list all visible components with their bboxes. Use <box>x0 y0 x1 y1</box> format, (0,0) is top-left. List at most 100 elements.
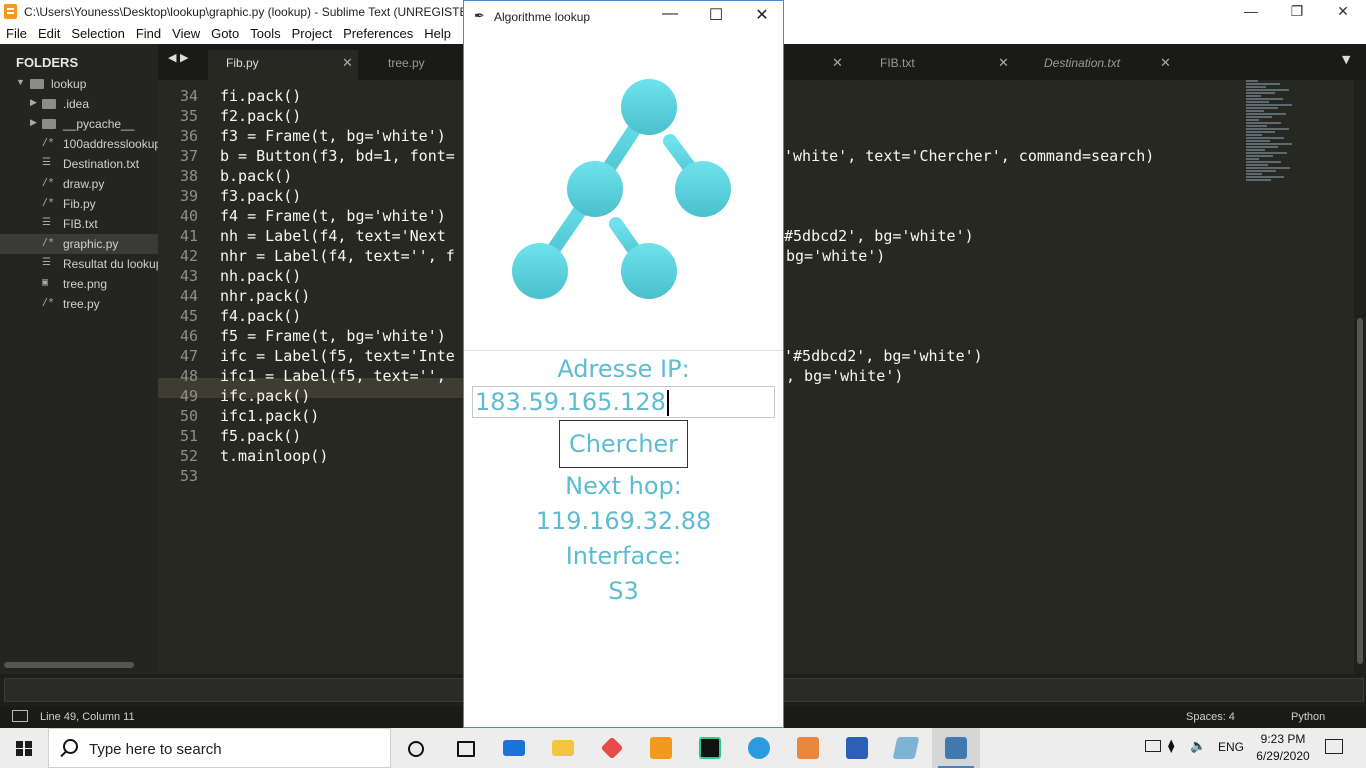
tree-item-idea[interactable]: ▶ .idea <box>0 94 158 114</box>
search-button[interactable]: Chercher <box>559 420 688 468</box>
close-icon[interactable]: ✕ <box>742 5 782 25</box>
tab-tree-py[interactable]: tree.py <box>370 50 470 80</box>
minimap-line <box>1246 152 1287 154</box>
text-caret <box>666 390 669 416</box>
menu-selection[interactable]: Selection <box>65 24 129 41</box>
minimap-line <box>1246 104 1292 106</box>
clock-date: 6/29/2020 <box>1256 749 1310 763</box>
menu-help[interactable]: Help <box>418 24 456 41</box>
tab-close-icon[interactable]: ✕ <box>1160 55 1171 71</box>
tree-item-lookup[interactable]: ▼ lookup <box>0 74 158 94</box>
minimize-icon[interactable]: — <box>650 5 690 23</box>
tree-item-graphic-py[interactable]: /* graphic.py <box>0 234 158 254</box>
tree-item-label: graphic.py <box>63 237 119 251</box>
sublime-text-app[interactable] <box>637 728 685 768</box>
code-file-icon: /* <box>42 177 55 188</box>
minimize-icon[interactable]: — <box>1228 0 1274 24</box>
folder-icon <box>30 79 44 89</box>
minimap[interactable] <box>1246 80 1306 190</box>
tab-fib-py[interactable]: Fib.py ✕ <box>208 50 358 80</box>
maximize-icon[interactable]: ☐ <box>696 5 736 25</box>
ip-input-value: 183.59.165.128 <box>475 388 666 416</box>
tab-fib-txt[interactable]: FIB.txt ✕ <box>862 50 1012 80</box>
menu-find[interactable]: Find <box>130 24 166 41</box>
close-icon[interactable]: ✕ <box>1320 0 1366 24</box>
python-app[interactable] <box>932 728 980 768</box>
indentation-setting[interactable]: Spaces: 4 <box>1186 711 1235 723</box>
wifi-icon[interactable]: ⧫ <box>1168 738 1174 754</box>
panel-toggle-icon[interactable] <box>12 710 28 722</box>
mail-app[interactable] <box>490 728 538 768</box>
tab-destination-txt[interactable]: Destination.txt ✕ <box>1026 50 1176 80</box>
task-view-button[interactable] <box>440 728 488 768</box>
tree-item-tree-py[interactable]: /* tree.py <box>0 294 158 314</box>
ip-input[interactable]: 183.59.165.128 <box>472 386 775 418</box>
tree-item-resultat[interactable]: ☰ Resultat du lookup <box>0 254 158 274</box>
video-app[interactable] <box>784 728 832 768</box>
language-indicator[interactable]: ENG <box>1218 740 1244 754</box>
battery-icon[interactable] <box>1145 740 1161 752</box>
minimap-line <box>1246 155 1273 157</box>
line-number: 34 <box>179 87 198 105</box>
menu-view[interactable]: View <box>166 24 205 41</box>
menu-goto[interactable]: Goto <box>205 24 244 41</box>
collapse-arrow-icon: ▶ <box>30 97 37 107</box>
windows-logo-icon <box>16 741 32 756</box>
tree-item-label: draw.py <box>63 177 105 191</box>
minimap-line <box>1246 173 1263 175</box>
notifications-icon[interactable] <box>1325 739 1343 754</box>
tree-item-draw-py[interactable]: /* draw.py <box>0 174 158 194</box>
edge-app[interactable] <box>735 728 783 768</box>
menu-file[interactable]: File <box>0 24 32 41</box>
minimap-line <box>1246 125 1267 127</box>
minimap-line <box>1246 95 1261 97</box>
menu-tools[interactable]: Tools <box>244 24 285 41</box>
volume-icon[interactable]: 🔈 <box>1190 738 1206 754</box>
line-number: 38 <box>179 167 198 185</box>
menu-project[interactable]: Project <box>286 24 337 41</box>
cortana-button[interactable] <box>392 728 440 768</box>
start-button[interactable] <box>0 728 48 768</box>
scrollbar-thumb[interactable] <box>1357 318 1363 664</box>
tab-nav-arrows[interactable]: ◀ ▶ <box>168 51 188 64</box>
file-explorer-app[interactable] <box>539 728 587 768</box>
code-line: ifc1 = Label(f5, text='', <box>220 367 455 385</box>
next-hop-label: Next hop: <box>565 472 682 500</box>
editor-scrollbar[interactable] <box>1354 80 1366 674</box>
tree-item-100addresslookup[interactable]: /* 100addresslookup <box>0 134 158 154</box>
git-app[interactable] <box>588 728 636 768</box>
code-file-icon: /* <box>42 297 55 308</box>
code-file-icon: /* <box>42 237 55 248</box>
code-line: b = Button(f3, bd=1, font= <box>220 147 455 165</box>
tab-close-icon[interactable]: ✕ <box>998 55 1009 71</box>
tab-close-icon[interactable]: ✕ <box>342 55 353 71</box>
pycharm-app[interactable] <box>686 728 734 768</box>
menu-edit[interactable]: Edit <box>32 24 65 41</box>
minimap-line <box>1246 158 1260 160</box>
tree-item-tree-png[interactable]: ▣ tree.png <box>0 274 158 294</box>
collapse-arrow-icon: ▶ <box>30 117 37 127</box>
tab-list-dropdown-icon[interactable]: ▼ <box>1342 53 1350 66</box>
tree-item-pycache[interactable]: ▶ __pycache__ <box>0 114 158 134</box>
word-app[interactable] <box>833 728 881 768</box>
restore-icon[interactable]: ❐ <box>1274 0 1320 24</box>
tree-item-destination-txt[interactable]: ☰ Destination.txt <box>0 154 158 174</box>
tree-item-label: 100addresslookup <box>63 137 158 151</box>
tree-item-fib-py[interactable]: /* Fib.py <box>0 194 158 214</box>
taskbar: Type here to search ⧫ 🔈 ENG 9:23 PM 6/29… <box>0 728 1366 768</box>
notebook-app[interactable] <box>882 728 930 768</box>
tree-item-fib-txt[interactable]: ☰ FIB.txt <box>0 214 158 234</box>
menu-preferences[interactable]: Preferences <box>337 24 418 41</box>
syntax-setting[interactable]: Python <box>1291 711 1325 723</box>
code-line: nh = Label(f4, text='Next <box>220 227 446 245</box>
tab-close-icon[interactable]: ✕ <box>832 50 846 80</box>
taskbar-search-box[interactable]: Type here to search <box>48 728 391 768</box>
sidebar-scrollbar[interactable] <box>4 662 134 668</box>
line-number: 37 <box>179 147 198 165</box>
minimap-line <box>1246 89 1289 91</box>
minimap-line <box>1246 140 1270 142</box>
code-line: nhr.pack() <box>220 287 311 305</box>
clock[interactable]: 9:23 PM 6/29/2020 <box>1248 731 1318 765</box>
minimap-line <box>1246 119 1259 121</box>
text-file-icon: ☰ <box>42 157 51 168</box>
